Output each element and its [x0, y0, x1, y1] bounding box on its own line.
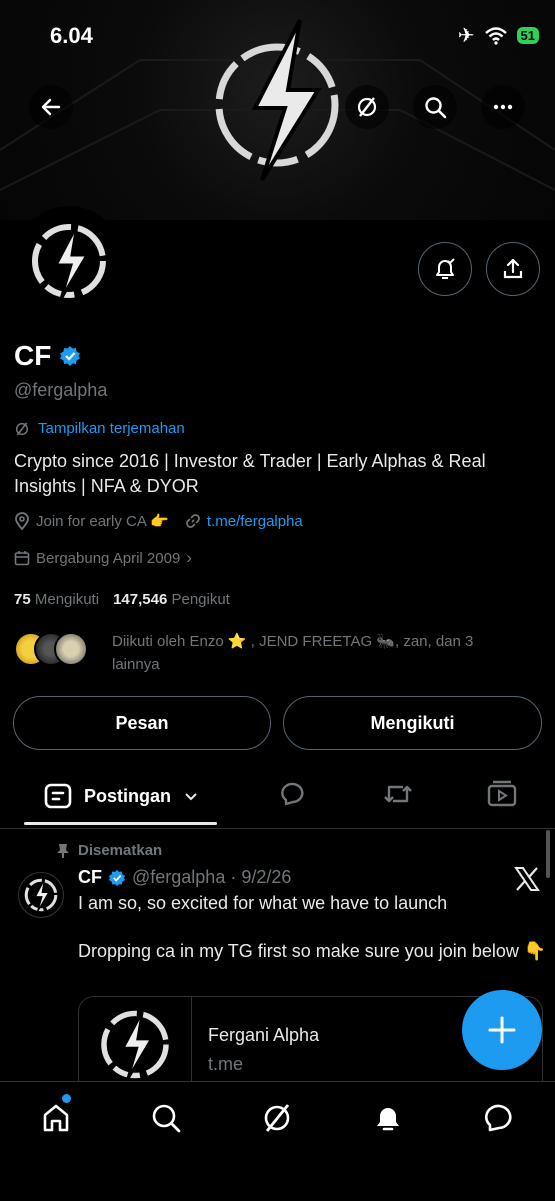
plus-icon [488, 1016, 516, 1044]
followed-by[interactable]: Diikuti oleh Enzo ⭐️ , JEND FREETAG 🐜, z… [14, 630, 492, 676]
verified-badge-icon [108, 869, 126, 886]
follower-avatar [54, 632, 88, 666]
tweet-handle-date: @fergalpha · 9/2/26 [132, 867, 292, 887]
video-icon [487, 780, 517, 807]
tweet-text-line: Dropping ca in my TG first so make sure … [78, 941, 547, 961]
chevron-down-icon [185, 793, 197, 801]
link-card-domain: t.me [208, 1054, 244, 1074]
share-icon [503, 258, 523, 279]
tab-posts[interactable]: Postingan [44, 782, 199, 810]
translate-label[interactable]: Tampilkan terjemahan [38, 420, 185, 437]
profile-avatar[interactable] [14, 206, 124, 316]
nav-home[interactable] [34, 1096, 78, 1140]
home-icon [43, 1104, 69, 1132]
tweet-author[interactable]: CF [78, 867, 102, 888]
reply-bubble-icon [281, 782, 304, 806]
follow-stats: 75 Mengikuti 147,546 Pengikut [14, 591, 230, 608]
tweet-avatar[interactable] [18, 872, 64, 918]
wifi-icon [484, 26, 507, 45]
message-button[interactable]: Pesan [13, 696, 271, 750]
profile-meta: Join for early CA 👉 t.me/fergalpha [14, 512, 303, 530]
arrow-left-icon [41, 98, 61, 116]
chat-bubble-icon [485, 1104, 512, 1132]
posts-icon [44, 783, 72, 809]
pinned-label: Disematkan [78, 842, 163, 859]
following-button[interactable]: Mengikuti [283, 696, 542, 750]
lightning-logo [101, 1010, 169, 1080]
location-icon [15, 512, 29, 530]
grok-button[interactable] [345, 85, 389, 129]
profile-handle: @fergalpha [14, 380, 108, 400]
search-icon [425, 97, 447, 119]
profile-name-row: CF [14, 340, 81, 372]
tab-reposts[interactable] [381, 779, 415, 814]
active-tab-indicator [24, 822, 217, 825]
following-stat[interactable]: 75 Mengikuti [14, 591, 99, 608]
nav-grok[interactable] [255, 1096, 299, 1140]
tweet-header: CF @fergalpha · 9/2/26 [78, 867, 291, 888]
followers-label: Pengikut [171, 591, 230, 608]
bell-icon [377, 1108, 399, 1131]
profile-location: Join for early CA 👉 [36, 513, 169, 530]
share-button[interactable] [486, 242, 540, 296]
link-card-image [79, 997, 192, 1081]
link-icon [186, 514, 200, 528]
calendar-icon [14, 551, 30, 566]
notify-button[interactable] [418, 242, 472, 296]
bell-check-icon [436, 258, 455, 279]
joined-row[interactable]: Bergabung April 2009 › [14, 548, 192, 568]
nav-search[interactable] [144, 1096, 188, 1140]
notification-dot [62, 1094, 71, 1103]
link-card-title: Fergani Alpha [208, 1025, 320, 1045]
status-icons: ✈ 51 [458, 23, 539, 48]
battery-indicator: 51 [516, 27, 539, 44]
more-icon [493, 104, 513, 110]
tab-posts-label: Postingan [84, 785, 172, 806]
repost-icon [384, 785, 412, 803]
verified-badge-icon [60, 346, 81, 366]
grok-icon [264, 1104, 290, 1132]
following-label: Mengikuti [34, 591, 100, 608]
pinned-indicator: Disematkan [56, 842, 162, 859]
following-count: 75 [14, 591, 31, 608]
profile-joined: Bergabung April 2009 [36, 549, 181, 567]
grok-icon [15, 422, 29, 435]
tweet-text-line: I am so, so excited for what we have to … [78, 893, 448, 913]
airplane-icon: ✈ [457, 25, 475, 47]
followed-by-text: Diikuti oleh Enzo ⭐️ , JEND FREETAG 🐜, z… [112, 633, 474, 673]
scrollbar[interactable] [546, 830, 550, 878]
tweet-text: I am so, so excited for what we have to … [78, 891, 548, 963]
followers-stat[interactable]: 147,546 Pengikut [113, 591, 230, 608]
chevron-right-icon: › [186, 548, 192, 567]
compose-button[interactable] [462, 990, 542, 1070]
tab-replies[interactable] [277, 779, 309, 814]
grok-icon [357, 97, 377, 117]
nav-notifications[interactable] [366, 1096, 410, 1140]
profile-bio: Crypto since 2016 | Investor & Trader | … [14, 451, 486, 496]
translate-link[interactable]: Tampilkan terjemahan [14, 420, 185, 437]
profile-website[interactable]: t.me/fergalpha [207, 513, 303, 530]
followers-count: 147,546 [113, 591, 168, 608]
back-button[interactable] [29, 85, 73, 129]
profile-name: CF [14, 340, 52, 371]
tab-media[interactable] [486, 779, 518, 814]
lightning-logo [32, 224, 106, 300]
status-time: 6.04 [50, 23, 93, 48]
nav-messages[interactable] [477, 1096, 521, 1140]
search-icon [152, 1104, 181, 1133]
more-button[interactable] [481, 85, 525, 129]
search-button[interactable] [413, 85, 457, 129]
pin-icon [57, 843, 69, 858]
lightning-logo [24, 878, 58, 912]
